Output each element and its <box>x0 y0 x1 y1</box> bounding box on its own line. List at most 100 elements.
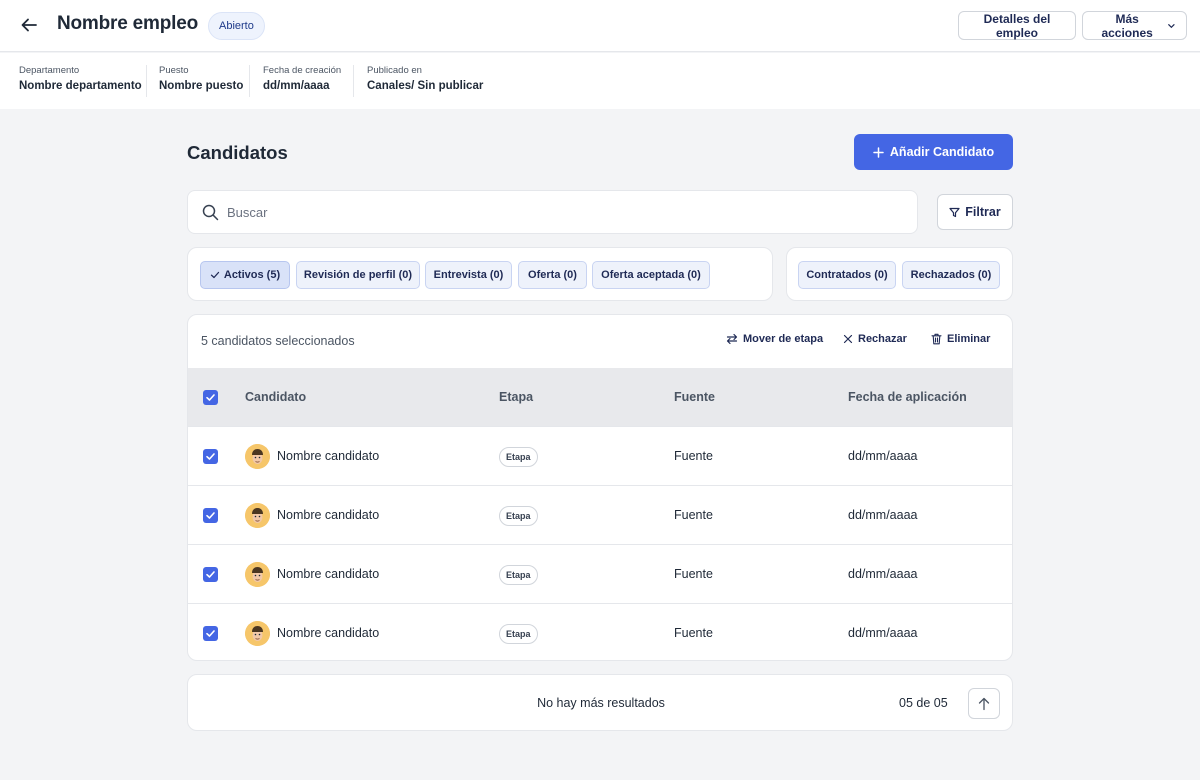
stage-tabs: Activos (5) Revisión de perfil (0) Entre… <box>187 247 773 301</box>
avatar-face-icon <box>245 621 270 646</box>
stage-chip: Etapa <box>499 447 538 467</box>
reject-button[interactable]: Rechazar <box>843 333 907 345</box>
meta-value: Nombre departamento <box>19 80 142 92</box>
meta-value: dd/mm/aaaa <box>263 80 330 92</box>
table-row[interactable]: Nombre candidato Etapa Fuente dd/mm/aaaa <box>188 426 1012 485</box>
source-cell: Fuente <box>674 508 713 522</box>
reject-label: Rechazar <box>858 333 907 345</box>
move-stage-label: Mover de etapa <box>743 333 824 345</box>
filter-icon <box>949 207 960 217</box>
search-input[interactable] <box>227 204 827 220</box>
result-count: 05 de 05 <box>899 696 948 710</box>
tab-label: Activos (5) <box>223 269 281 281</box>
more-actions-label: Más acciones <box>1101 11 1153 40</box>
selected-count: 5 candidatos seleccionados <box>201 334 355 348</box>
tab-profile-review[interactable]: Revisión de perfil (0) <box>296 261 420 289</box>
back-button[interactable] <box>18 14 40 36</box>
chevron-down-icon <box>1168 23 1175 28</box>
search-box <box>187 190 918 234</box>
row-checkbox[interactable] <box>203 449 218 464</box>
tab-label: Revisión de perfil (0) <box>303 269 413 281</box>
job-details-label: Detalles del empleo <box>983 11 1051 40</box>
source-cell: Fuente <box>674 626 713 640</box>
check-icon <box>206 394 215 401</box>
check-icon <box>206 630 215 637</box>
date-cell: dd/mm/aaaa <box>848 508 918 522</box>
meta-label: Departamento <box>19 65 80 76</box>
row-checkbox[interactable] <box>203 508 218 523</box>
add-candidate-button[interactable]: Añadir Candidato <box>854 134 1013 170</box>
bulk-actions-bar: 5 candidatos seleccionados Mover de etap… <box>188 315 1012 368</box>
row-checkbox[interactable] <box>203 626 218 641</box>
candidate-name[interactable]: Nombre candidato <box>277 567 379 581</box>
move-stage-button[interactable]: Mover de etapa <box>726 333 823 345</box>
check-icon <box>206 512 215 519</box>
tab-offer-accepted[interactable]: Oferta aceptada (0) <box>592 261 710 289</box>
check-icon <box>210 271 220 279</box>
stage-chip: Etapa <box>499 624 538 644</box>
avatar <box>245 503 270 528</box>
column-header-stage[interactable]: Etapa <box>499 390 533 404</box>
meta-label: Publicado en <box>367 65 422 76</box>
no-more-results: No hay más resultados <box>537 696 665 710</box>
source-cell: Fuente <box>674 449 713 463</box>
table-row[interactable]: Nombre candidato Etapa Fuente dd/mm/aaaa <box>188 544 1012 603</box>
meta-published: Publicado en Canales/ Sin publicar <box>367 65 483 97</box>
stage-chip: Etapa <box>499 565 538 585</box>
more-actions-button[interactable]: Más acciones <box>1082 11 1187 40</box>
candidate-name[interactable]: Nombre candidato <box>277 626 379 640</box>
status-badge: Abierto <box>208 12 265 40</box>
job-meta: Departamento Nombre departamento Puesto … <box>0 53 1200 109</box>
avatar <box>245 621 270 646</box>
search-icon <box>202 204 219 220</box>
meta-label: Puesto <box>159 65 189 76</box>
date-cell: dd/mm/aaaa <box>848 449 918 463</box>
add-candidate-label: Añadir Candidato <box>889 145 995 159</box>
meta-label: Fecha de creación <box>263 65 342 76</box>
section-title: Candidatos <box>187 142 288 163</box>
tab-rejected[interactable]: Rechazados (0) <box>902 261 1000 289</box>
row-checkbox[interactable] <box>203 567 218 582</box>
meta-created-date: Fecha de creación dd/mm/aaaa <box>263 65 341 97</box>
delete-button[interactable]: Eliminar <box>931 333 990 345</box>
divider <box>146 65 147 97</box>
table-row[interactable]: Nombre candidato Etapa Fuente dd/mm/aaaa <box>188 603 1012 660</box>
delete-label: Eliminar <box>947 333 991 345</box>
select-all-checkbox[interactable] <box>203 390 218 405</box>
table-header: Candidato Etapa Fuente Fecha de aplicaci… <box>188 368 1012 426</box>
candidate-name[interactable]: Nombre candidato <box>277 449 379 463</box>
tab-interview[interactable]: Entrevista (0) <box>425 261 512 289</box>
tab-label: Oferta aceptada (0) <box>601 269 701 281</box>
filter-button[interactable]: Filtrar <box>937 194 1013 230</box>
tab-offer[interactable]: Oferta (0) <box>518 261 587 289</box>
candidate-name[interactable]: Nombre candidato <box>277 508 379 522</box>
source-cell: Fuente <box>674 567 713 581</box>
column-header-source[interactable]: Fuente <box>674 390 715 404</box>
column-header-candidate[interactable]: Candidato <box>245 390 306 404</box>
job-details-button[interactable]: Detalles del empleo <box>958 11 1076 40</box>
tab-label: Entrevista (0) <box>433 269 504 281</box>
filter-label: Filtrar <box>965 205 1001 219</box>
arrow-left-icon <box>21 18 37 32</box>
tab-active[interactable]: Activos (5) <box>200 261 290 289</box>
scroll-top-button[interactable] <box>968 688 1000 719</box>
results-footer: No hay más resultados 05 de 05 <box>187 674 1013 731</box>
column-header-date[interactable]: Fecha de aplicación <box>848 390 967 404</box>
divider <box>353 65 354 97</box>
avatar-face-icon <box>245 562 270 587</box>
close-icon <box>843 334 853 344</box>
table-row[interactable]: Nombre candidato Etapa Fuente dd/mm/aaaa <box>188 485 1012 544</box>
result-tabs: Contratados (0) Rechazados (0) <box>786 247 1013 301</box>
meta-position: Puesto Nombre puesto <box>159 65 243 97</box>
date-cell: dd/mm/aaaa <box>848 567 918 581</box>
avatar-face-icon <box>245 503 270 528</box>
tab-label: Oferta (0) <box>528 269 577 281</box>
avatar-face-icon <box>245 444 270 469</box>
plus-icon <box>873 146 884 158</box>
top-bar: Nombre empleo Abierto Detalles del emple… <box>0 0 1200 52</box>
arrow-up-icon <box>978 697 990 710</box>
meta-department: Departamento Nombre departamento <box>19 65 142 97</box>
tab-hired[interactable]: Contratados (0) <box>798 261 896 289</box>
meta-value: Nombre puesto <box>159 80 244 92</box>
check-icon <box>206 571 215 578</box>
